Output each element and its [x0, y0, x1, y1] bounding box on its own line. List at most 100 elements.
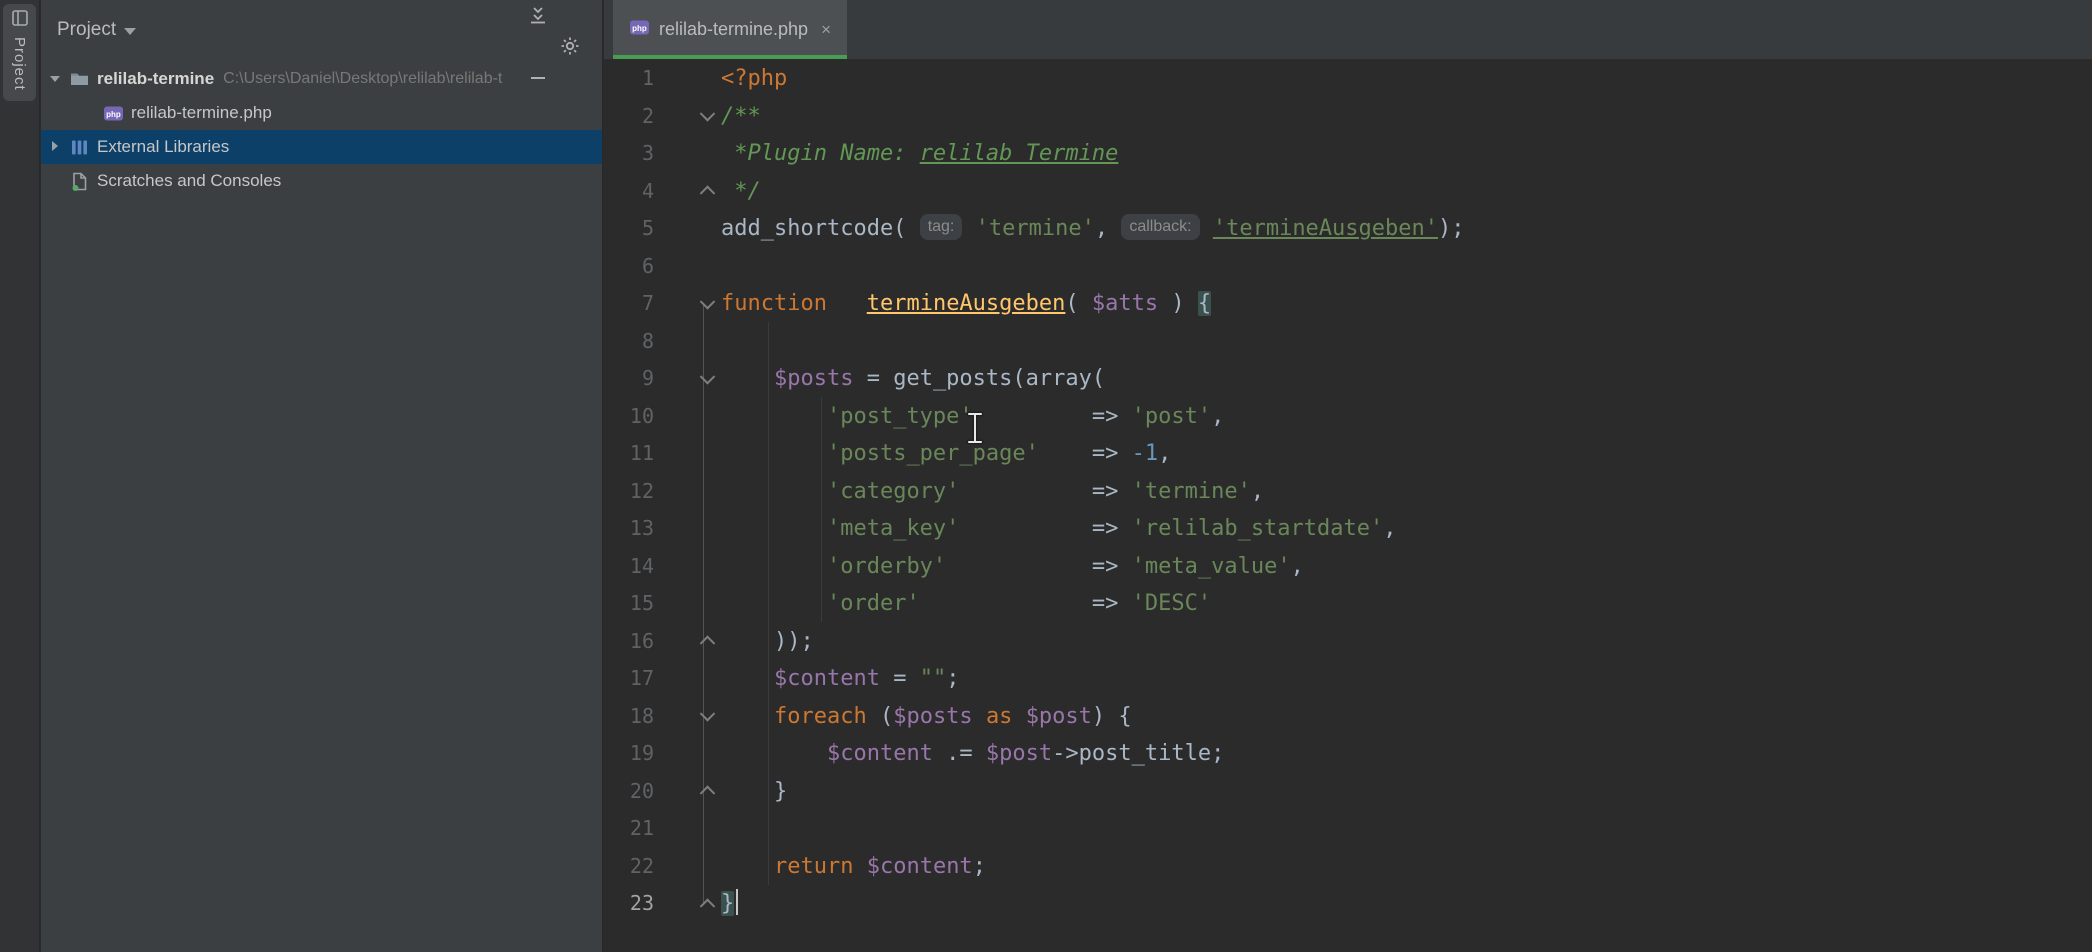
code-line-5[interactable]: 5 add_shortcode( tag: 'termine', callback…: [604, 210, 2092, 248]
folder-icon: [67, 68, 91, 90]
code-line-12[interactable]: 12 'category' => 'termine',: [604, 473, 2092, 511]
fold-open-icon[interactable]: [700, 369, 716, 385]
line-number: 16: [604, 623, 660, 661]
gutter-fold-column: [660, 435, 721, 473]
code-line-13[interactable]: 13 'meta_key' => 'relilab_startdate',: [604, 510, 2092, 548]
code-line-18[interactable]: 18 foreach ($posts as $post) {: [604, 698, 2092, 736]
code-line-14[interactable]: 14 'orderby' => 'meta_value',: [604, 548, 2092, 586]
code-line-17[interactable]: 17 $content = "";: [604, 660, 2092, 698]
project-panel: Project relilab-termineC:\Users\Daniel\D…: [41, 0, 603, 952]
code-line-text: $content .= $post->post_title;: [721, 735, 1224, 773]
code-editor[interactable]: 1<?php2 /**3 *Plugin Name: relilab Termin…: [604, 60, 2092, 952]
chevron-right-icon[interactable]: [45, 136, 67, 158]
indent-guide: [768, 322, 769, 885]
gutter-fold-column: [660, 98, 721, 136]
fold-close-icon[interactable]: [700, 186, 716, 202]
project-panel-title: Project: [57, 19, 116, 41]
line-number: 9: [604, 360, 660, 398]
gutter-fold-column: [660, 510, 721, 548]
project-view-selector[interactable]: Project: [57, 19, 136, 41]
code-line-21[interactable]: 21: [604, 810, 2092, 848]
collapse-all-icon[interactable]: [522, 0, 554, 30]
code-line-15[interactable]: 15 'order' => 'DESC': [604, 585, 2092, 623]
gear-icon[interactable]: [554, 30, 586, 62]
fold-open-icon[interactable]: [700, 294, 716, 310]
tree-item-scratches[interactable]: Scratches and Consoles: [41, 164, 602, 198]
line-number: 15: [604, 585, 660, 623]
line-number: 12: [604, 473, 660, 511]
code-line-6[interactable]: 6: [604, 248, 2092, 286]
editor: php relilab-termine.php × 1<?php2 /**3 *P…: [604, 0, 2092, 952]
project-tree: relilab-termineC:\Users\Daniel\Desktop\r…: [41, 60, 602, 198]
project-toolwindow-button[interactable]: Project: [3, 4, 36, 101]
code-line-10[interactable]: 10 'post_type' => 'post',: [604, 398, 2092, 436]
code-line-text: /**: [721, 98, 761, 136]
code-line-11[interactable]: 11 'posts_per_page' => -1,: [604, 435, 2092, 473]
code-line-22[interactable]: 22 return $content;: [604, 848, 2092, 886]
gutter-fold-column: [660, 473, 721, 511]
chevron-down-icon[interactable]: [45, 68, 67, 90]
code-line-20[interactable]: 20 }: [604, 773, 2092, 811]
gutter-fold-column: [660, 210, 721, 248]
code-line-text: 'category' => 'termine',: [721, 473, 1264, 511]
code-line-19[interactable]: 19 $content .= $post->post_title;: [604, 735, 2092, 773]
line-number: 5: [604, 210, 660, 248]
gutter-fold-column: [660, 623, 721, 661]
fold-open-icon[interactable]: [700, 106, 716, 122]
code-line-9[interactable]: 9 $posts = get_posts(array(: [604, 360, 2092, 398]
line-number: 21: [604, 810, 660, 848]
fold-close-icon[interactable]: [700, 898, 716, 914]
code-line-text: 'post_type' => 'post',: [721, 398, 1224, 436]
code-line-16[interactable]: 16 ));: [604, 623, 2092, 661]
tree-item-label: relilab-termine: [97, 69, 214, 89]
gutter-fold-column: [660, 285, 721, 323]
gutter-fold-column: [660, 248, 721, 286]
fold-open-icon[interactable]: [700, 706, 716, 722]
code-line-text: 'order' => 'DESC': [721, 585, 1211, 623]
editor-tab-relilab-termine[interactable]: php relilab-termine.php ×: [613, 0, 847, 59]
line-number: 23: [604, 885, 660, 923]
php-file-icon: php: [629, 17, 650, 43]
svg-text:php: php: [632, 24, 647, 33]
tree-item-root-folder[interactable]: relilab-termineC:\Users\Daniel\Desktop\r…: [41, 62, 602, 96]
code-line-text: $posts = get_posts(array(: [721, 360, 1105, 398]
code-line-8[interactable]: 8: [604, 323, 2092, 361]
chevron-placeholder: [45, 170, 67, 192]
code-line-1[interactable]: 1<?php: [604, 60, 2092, 98]
code-line-2[interactable]: 2 /**: [604, 98, 2092, 136]
gutter-fold-column: [660, 135, 721, 173]
code-line-23[interactable]: 23}: [604, 885, 2092, 923]
text-caret: [736, 889, 738, 915]
gutter-fold-column: [660, 773, 721, 811]
fold-close-icon[interactable]: [700, 786, 716, 802]
gutter-fold-column: [660, 398, 721, 436]
line-number: 2: [604, 98, 660, 136]
project-toolwindow-icon: [12, 10, 28, 31]
line-number: 20: [604, 773, 660, 811]
scratches-icon: [67, 170, 91, 192]
code-line-3[interactable]: 3 *Plugin Name: relilab Termine: [604, 135, 2092, 173]
code-line-text: add_shortcode( tag: 'termine', callback:…: [721, 210, 1465, 248]
fold-close-icon[interactable]: [700, 636, 716, 652]
tree-item-php-file[interactable]: php relilab-termine.php: [41, 96, 602, 130]
tree-item-external-libraries[interactable]: External Libraries: [41, 130, 602, 164]
code-line-text: function termineAusgeben( $atts ) {: [721, 285, 1211, 323]
line-number: 14: [604, 548, 660, 586]
code-line-text: }: [721, 885, 738, 923]
code-line-text: <?php: [721, 60, 787, 98]
code-line-text: 'meta_key' => 'relilab_startdate',: [721, 510, 1397, 548]
code-line-7[interactable]: 7function termineAusgeben( $atts ) {: [604, 285, 2092, 323]
line-number: 11: [604, 435, 660, 473]
gutter-fold-column: [660, 660, 721, 698]
tree-item-label: relilab-termine.php: [131, 103, 272, 123]
gutter-fold-column: [660, 810, 721, 848]
php-file-icon: php: [101, 102, 125, 124]
gutter-fold-column: [660, 735, 721, 773]
code-line-text: 'orderby' => 'meta_value',: [721, 548, 1304, 586]
code-line-text: foreach ($posts as $post) {: [721, 698, 1132, 736]
code-line-4[interactable]: 4 */: [604, 173, 2092, 211]
gutter-fold-column: [660, 548, 721, 586]
chevron-down-icon: [124, 28, 136, 35]
code-line-text: $content = "";: [721, 660, 959, 698]
tab-close-icon[interactable]: ×: [821, 20, 831, 40]
